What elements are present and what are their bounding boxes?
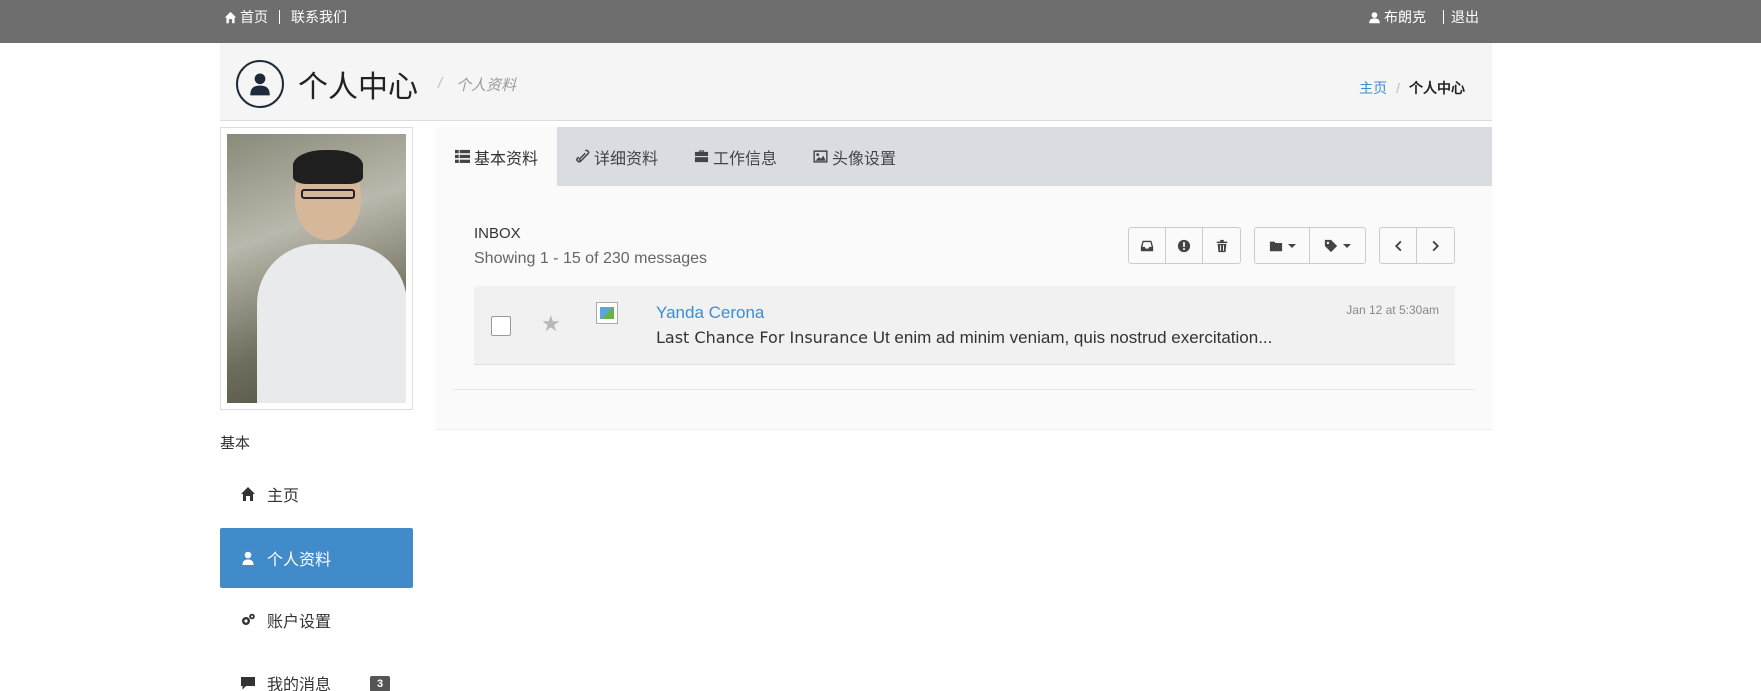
user-icon <box>242 551 254 565</box>
logout-link[interactable]: 退出 <box>1451 7 1479 27</box>
sidebar-heading: 基本 <box>220 435 251 452</box>
message-select-checkbox[interactable] <box>491 316 511 336</box>
inbox-icon <box>1140 240 1154 251</box>
tab-label: 头像设置 <box>832 150 897 168</box>
message-sender[interactable]: Yanda Cerona <box>656 303 764 323</box>
tab-label: 工作信息 <box>713 150 778 168</box>
sidebar-item-label: 我的消息 <box>267 677 332 691</box>
profile-content-panel: 基本资料 详细资料 工作信息 头像设置 INBOX Showing 1 - 15… <box>436 127 1492 430</box>
user-name: 布朗克 <box>1384 9 1426 25</box>
user-menu[interactable]: 布朗克 <box>1368 7 1426 27</box>
list-icon <box>455 149 470 163</box>
title-separator: / <box>438 75 443 92</box>
label-dropdown[interactable] <box>1310 228 1365 263</box>
pagination-group <box>1379 227 1455 264</box>
message-row[interactable]: ★ Yanda Cerona Last Chance For Insurance… <box>474 286 1455 365</box>
previous-page-button[interactable] <box>1380 228 1417 263</box>
profile-photo <box>227 134 406 403</box>
tab-avatar-settings[interactable]: 头像设置 <box>795 127 914 186</box>
tag-icon <box>1324 239 1338 252</box>
page-header: 个人中心 / 个人资料 主页 / 个人中心 <box>220 43 1492 121</box>
sidebar-item-label: 主页 <box>267 488 300 505</box>
profile-tabs: 基本资料 详细资料 工作信息 头像设置 <box>436 127 1492 186</box>
breadcrumb-home-link[interactable]: 主页 <box>1359 78 1387 98</box>
chevron-down-icon <box>1287 243 1296 248</box>
contact-link-label: 联系我们 <box>291 9 347 25</box>
comment-icon <box>241 677 255 690</box>
delete-button[interactable] <box>1203 228 1240 263</box>
home-link[interactable]: 首页 <box>224 7 268 27</box>
user-icon <box>1369 11 1380 23</box>
tab-detailed-info[interactable]: 详细资料 <box>557 127 676 186</box>
tab-work-info[interactable]: 工作信息 <box>676 127 795 186</box>
sidebar-item-label: 账户设置 <box>267 614 332 631</box>
profile-avatar <box>220 127 413 410</box>
paperclip-icon <box>576 149 590 163</box>
page-title: 个人中心 <box>298 70 418 105</box>
move-to-folder-dropdown[interactable] <box>1255 228 1310 263</box>
breadcrumb: 主页 / 个人中心 <box>1359 78 1465 98</box>
chevron-left-icon <box>1394 240 1402 251</box>
exclamation-icon <box>1177 239 1191 252</box>
breadcrumb-separator: / <box>1396 80 1400 96</box>
sidebar-item-profile[interactable]: 个人资料 <box>220 528 413 588</box>
sender-avatar-image <box>596 302 618 324</box>
sidebar-item-messages[interactable]: 我的消息 3 <box>220 653 413 691</box>
chevron-down-icon <box>1343 243 1351 248</box>
organize-group <box>1254 227 1366 264</box>
trash-icon <box>1216 239 1227 252</box>
sidebar-item-label: 个人资料 <box>267 552 332 569</box>
message-preview: Ut enim ad minim veniam, quis nostrud ex… <box>867 328 1273 347</box>
star-icon[interactable]: ★ <box>541 311 561 337</box>
report-spam-button[interactable] <box>1166 228 1203 263</box>
chevron-right-icon <box>1432 240 1439 251</box>
home-icon <box>224 11 237 23</box>
list-divider <box>454 389 1474 390</box>
home-icon <box>241 487 255 501</box>
breadcrumb-current: 个人中心 <box>1409 80 1465 96</box>
profile-circle-icon <box>236 60 284 108</box>
archive-button[interactable] <box>1129 228 1166 263</box>
folder-icon <box>1269 241 1282 251</box>
nav-divider <box>279 10 280 24</box>
tab-label: 详细资料 <box>594 150 659 168</box>
messages-count-badge: 3 <box>370 676 391 691</box>
tab-basic-info[interactable]: 基本资料 <box>436 127 558 186</box>
image-icon <box>813 150 828 163</box>
inbox-message-count: Showing 1 - 15 of 230 messages <box>474 250 708 267</box>
message-subject-line[interactable]: Last Chance For Insurance Ut enim ad min… <box>656 328 1272 348</box>
tab-label: 基本资料 <box>474 150 539 168</box>
contact-link[interactable]: 联系我们 <box>291 7 347 27</box>
nav-divider <box>1443 10 1444 24</box>
sidebar-item-account-settings[interactable]: 账户设置 <box>220 590 413 650</box>
logout-label: 退出 <box>1451 9 1479 25</box>
message-actions-group <box>1128 227 1241 264</box>
inbox-title: INBOX <box>474 225 521 242</box>
gears-icon <box>242 613 255 625</box>
message-subject: Last Chance For Insurance <box>656 328 868 347</box>
page-subtitle: 个人资料 <box>456 77 517 94</box>
message-date: Jan 12 at 5:30am <box>1346 303 1439 317</box>
top-navbar: 首页 联系我们 布朗克 退出 <box>0 0 1761 43</box>
sidebar-item-home[interactable]: 主页 <box>220 464 413 524</box>
briefcase-icon <box>694 150 709 163</box>
user-icon <box>250 73 270 96</box>
next-page-button[interactable] <box>1417 228 1454 263</box>
home-link-label: 首页 <box>240 9 268 25</box>
